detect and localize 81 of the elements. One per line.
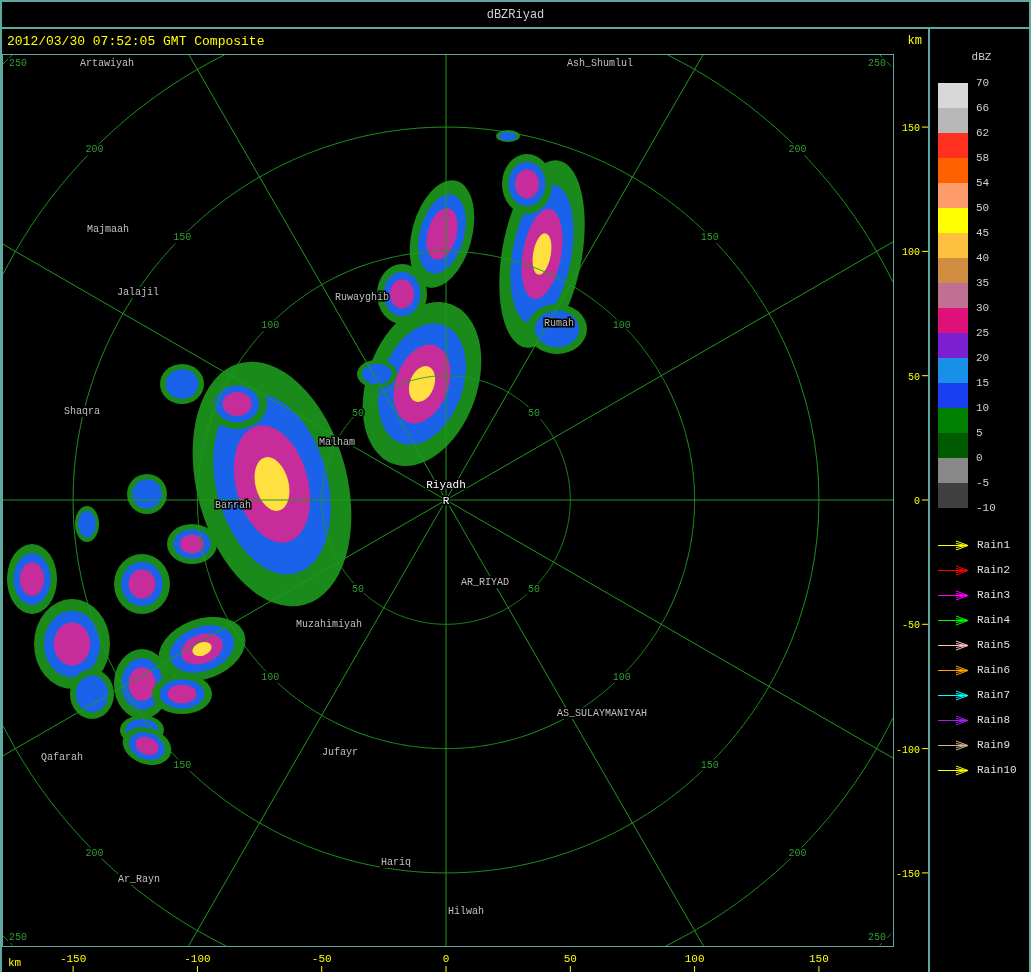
place-label: Ash_Shumlul	[567, 58, 633, 69]
axis-tick-label: -100	[896, 744, 920, 756]
place-label: Hilwah	[448, 906, 484, 917]
range-label: 150	[173, 232, 192, 244]
range-label: 200	[788, 847, 807, 859]
scale-value: 35	[976, 276, 990, 289]
range-label: 50	[527, 583, 540, 595]
range-label: 200	[85, 847, 104, 859]
range-label: 200	[788, 144, 807, 156]
legend-label: Rain9	[977, 737, 1010, 753]
timestamp-text: 2012/03/30 07:52:05 GMT Composite	[7, 33, 265, 51]
place-label: Jalajil	[117, 287, 159, 298]
range-label: 100	[261, 320, 280, 332]
range-label: 100	[612, 320, 631, 332]
site-label: Riyadh	[426, 479, 466, 491]
place-label: Muzahimiyah	[296, 619, 362, 630]
range-label: 150	[700, 759, 719, 771]
range-label: 250	[9, 58, 27, 69]
legend-label: Rain5	[977, 637, 1010, 653]
scale-value: 20	[976, 351, 990, 364]
range-label: 50	[527, 408, 540, 420]
scale-value: 30	[976, 301, 990, 314]
legend-label: Rain1	[977, 537, 1010, 553]
window-title: dBZRiyad	[486, 8, 545, 22]
place-label: AS_SULAYMANIYAH	[557, 708, 647, 719]
axis-tick-label: 100	[684, 953, 705, 965]
scale-value: 5	[976, 426, 983, 439]
scale-value: 50	[976, 201, 990, 214]
scale-value: 10	[976, 401, 990, 414]
scale-value: 45	[976, 226, 990, 239]
axis-tick-label: 50	[908, 371, 920, 383]
range-label: 250	[868, 58, 886, 69]
legend-label: Rain7	[977, 687, 1010, 703]
axis-tick-label: 50	[563, 953, 577, 965]
axis-tick-label: 150	[809, 953, 829, 965]
place-label: Majmaah	[87, 224, 129, 235]
scale-value: 70	[976, 76, 990, 89]
scale-value: -10	[976, 501, 996, 514]
axis-tick-label: -50	[311, 953, 332, 965]
range-label: 100	[261, 671, 280, 683]
axis-tick-label: -100	[184, 953, 211, 965]
place-label: AR_RIYAD	[461, 577, 509, 588]
range-label: 100	[612, 671, 631, 683]
legend-label: Rain3	[977, 587, 1010, 603]
scale-value: 15	[976, 376, 990, 389]
range-label: 200	[85, 144, 104, 156]
legend-label: Rain8	[977, 712, 1010, 728]
legend-label: Rain2	[977, 562, 1010, 578]
legend-label: Rain10	[977, 762, 1017, 778]
legend-label: Rain6	[977, 662, 1010, 678]
axis-tick-label: 100	[902, 247, 920, 259]
legend-label: Rain4	[977, 612, 1010, 628]
range-label: 150	[173, 759, 192, 771]
place-label: Artawiyah	[80, 58, 134, 69]
axis-tick-label: 0	[914, 496, 920, 507]
scale-value: 58	[976, 151, 990, 164]
scale-value: 0	[976, 451, 983, 464]
axis-tick-label: -50	[902, 620, 920, 632]
site-marker: R	[442, 495, 450, 507]
axis-tick-label: 150	[902, 123, 920, 135]
range-label: 50	[352, 583, 365, 595]
axis-tick-label: -150	[896, 868, 920, 880]
axis-tick-label: 0	[442, 953, 450, 965]
scale-value: 62	[976, 126, 990, 139]
place-label: Qafarah	[41, 752, 83, 763]
scale-value: -5	[976, 476, 990, 489]
range-label: 250	[9, 932, 27, 943]
place-label: Ar_Rayn	[118, 874, 160, 885]
place-label: Hariq	[381, 857, 411, 868]
range-label: 250	[868, 932, 886, 943]
place-label: Shaqra	[64, 406, 100, 417]
scale-value: 66	[976, 101, 990, 114]
range-label: 150	[700, 232, 719, 244]
scale-value: 40	[976, 251, 990, 264]
axis-unit: km	[8, 957, 22, 969]
unit-label: km	[907, 33, 922, 50]
scale-unit: dBZ	[970, 50, 993, 65]
axis-tick-label: -150	[59, 953, 87, 965]
scale-value: 54	[976, 176, 990, 189]
scale-value: 25	[976, 326, 990, 339]
place-label: Jufayr	[322, 747, 358, 758]
